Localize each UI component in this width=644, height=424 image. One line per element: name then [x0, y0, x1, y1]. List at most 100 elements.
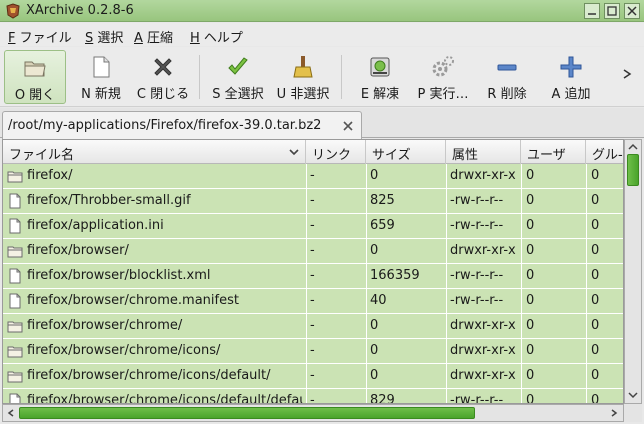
add-button[interactable]: A 追加: [540, 50, 602, 104]
file-icon: [9, 268, 21, 284]
column-header-size[interactable]: サイズ: [366, 140, 446, 164]
cell-size: 0: [370, 368, 379, 383]
vertical-scrollbar[interactable]: [624, 139, 642, 404]
cell-name: firefox/: [27, 168, 73, 183]
vertical-scroll-thumb[interactable]: [627, 154, 639, 186]
table-row[interactable]: firefox/application.ini - 659 -rw-r--r-- 0 0: [3, 214, 623, 239]
scroll-right-icon[interactable]: [609, 408, 619, 418]
window-title: XArchive 0.2.8-6: [26, 3, 134, 18]
deselect-button[interactable]: U 非選択: [270, 50, 336, 104]
cell-size: 825: [370, 193, 395, 208]
new-button[interactable]: N 新規: [70, 50, 132, 104]
column-header-attributes[interactable]: 属性: [446, 140, 521, 164]
menu-compress[interactable]: A 圧縮: [134, 27, 173, 46]
cell-size: 829: [370, 393, 395, 404]
cell-user: 0: [526, 168, 535, 183]
scroll-up-icon[interactable]: [627, 142, 639, 152]
extract-drive-icon: [370, 57, 390, 77]
cell-attributes: -rw-r--r--: [450, 193, 504, 208]
table-row[interactable]: firefox/browser/chrome/icons/default/-0 d…: [3, 364, 623, 389]
open-button[interactable]: O 開く: [4, 50, 66, 104]
cell-link: -: [310, 268, 315, 283]
table-row[interactable]: firefox/Throbber-small.gif - 825 -rw-r--r--…: [3, 189, 623, 214]
new-file-icon: [93, 56, 110, 78]
menu-select[interactable]: S 選択: [85, 27, 123, 46]
cell-name: firefox/browser/: [27, 243, 129, 258]
title-bar[interactable]: XArchive 0.2.8-6: [0, 0, 644, 22]
cell-attributes: drwxr-xr-x: [450, 368, 516, 383]
table-row[interactable]: firefox/browser/chrome/icons/default/def…: [3, 389, 623, 404]
cell-link: -: [310, 318, 315, 333]
cell-size: 0: [370, 318, 379, 333]
folder-icon: [7, 246, 23, 258]
column-divider: [521, 164, 522, 403]
horizontal-scrollbar[interactable]: [2, 404, 624, 422]
close-icon: [627, 6, 637, 16]
xarchive-app-icon: [6, 3, 20, 19]
tab-close-icon[interactable]: [343, 121, 353, 131]
table-row[interactable]: firefox/browser/blocklist.xml - 166359 -rw-…: [3, 264, 623, 289]
cell-attributes: -rw-r--r--: [450, 393, 504, 404]
tab-strip: /root/my-applications/Firefox/firefox-39…: [0, 108, 644, 139]
cell-name: firefox/browser/chrome/icons/default/def…: [27, 393, 303, 404]
column-header-name[interactable]: ファイル名: [3, 140, 306, 164]
cell-attributes: drwxr-xr-x: [450, 343, 516, 358]
menu-bar: F ファイル S 選択 A 圧縮 H ヘルプ: [0, 23, 644, 46]
execute-button[interactable]: P 実行…: [410, 50, 476, 104]
toolbar: O 開く N 新規 C 閉じる S 全選択 U 非選択 E 解凍 P 実行… R…: [0, 47, 644, 107]
broom-icon: [293, 56, 313, 78]
toolbar-overflow-icon[interactable]: [620, 67, 634, 81]
column-header-user[interactable]: ユーザ: [521, 140, 586, 164]
file-list[interactable]: ファイル名 リンク サイズ 属性 ユーザ グル- firefox/ - 0 drwxr…: [2, 139, 624, 404]
file-icon: [9, 193, 21, 209]
file-icon: [9, 218, 21, 234]
list-header: ファイル名 リンク サイズ 属性 ユーザ グル-: [3, 140, 623, 164]
sort-descending-icon: [289, 149, 299, 156]
cell-name: firefox/browser/chrome/icons/default/: [27, 368, 271, 383]
cell-attributes: -rw-r--r--: [450, 293, 504, 308]
cell-user: 0: [526, 268, 535, 283]
table-row[interactable]: firefox/browser/ - 0 drwxr-xr-x 0 0: [3, 239, 623, 264]
cell-user: 0: [526, 193, 535, 208]
scroll-left-icon[interactable]: [6, 408, 16, 418]
delete-button[interactable]: R 削除: [476, 50, 538, 104]
tab-archive[interactable]: /root/my-applications/Firefox/firefox-39…: [2, 111, 362, 139]
cell-name: firefox/Throbber-small.gif: [27, 193, 191, 208]
table-row[interactable]: firefox/browser/chrome/ - 0 drwxr-xr-x 0 0: [3, 314, 623, 339]
cell-size: 0: [370, 343, 379, 358]
cell-group: 0: [591, 243, 600, 258]
minimize-button[interactable]: [584, 3, 600, 19]
table-row[interactable]: firefox/browser/chrome/icons/ - 0 drwxr-xr-…: [3, 339, 623, 364]
folder-open-icon: [24, 61, 46, 77]
horizontal-scroll-thumb[interactable]: [19, 407, 475, 419]
close-window-button[interactable]: [624, 3, 640, 19]
cell-name: firefox/browser/chrome/: [27, 318, 183, 333]
cell-group: 0: [591, 368, 600, 383]
select-all-button[interactable]: S 全選択: [206, 50, 270, 104]
toolbar-separator: [199, 55, 200, 99]
cell-link: -: [310, 343, 315, 358]
table-row[interactable]: firefox/browser/chrome.manifest - 40 -rw-r-…: [3, 289, 623, 314]
menu-file[interactable]: F ファイル: [8, 27, 72, 46]
close-archive-button[interactable]: C 閉じる: [132, 50, 194, 104]
column-divider: [306, 164, 307, 403]
cell-attributes: drwxr-xr-x: [450, 318, 516, 333]
column-header-group[interactable]: グル-: [586, 140, 623, 164]
cell-attributes: drwxr-xr-x: [450, 243, 516, 258]
cell-user: 0: [526, 368, 535, 383]
maximize-icon: [607, 6, 617, 16]
column-divider: [586, 164, 587, 403]
cell-user: 0: [526, 343, 535, 358]
menu-help[interactable]: H ヘルプ: [190, 27, 243, 46]
file-icon: [9, 293, 21, 309]
cell-size: 0: [370, 243, 379, 258]
cell-group: 0: [591, 293, 600, 308]
cell-user: 0: [526, 318, 535, 333]
table-row[interactable]: firefox/ - 0 drwxr-xr-x 0 0: [3, 164, 623, 189]
column-header-link[interactable]: リンク: [306, 140, 366, 164]
maximize-button[interactable]: [604, 3, 620, 19]
cell-link: -: [310, 168, 315, 183]
scroll-down-icon[interactable]: [627, 390, 639, 400]
checkmark-icon: [228, 57, 248, 75]
extract-button[interactable]: E 解凍: [350, 50, 410, 104]
